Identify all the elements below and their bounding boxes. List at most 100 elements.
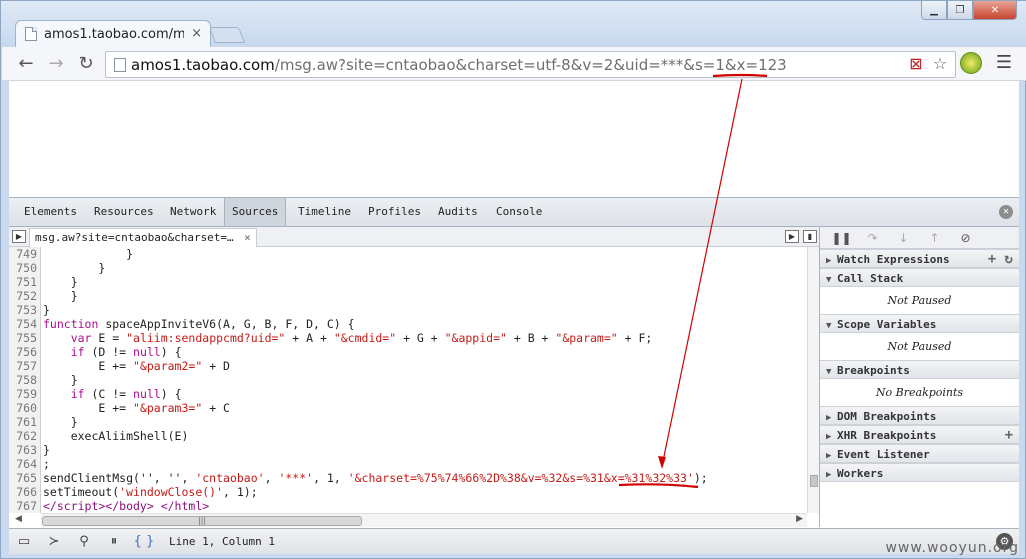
new-tab-button[interactable] <box>209 27 245 43</box>
dock-icon[interactable]: ▭ <box>9 530 39 554</box>
line-number[interactable]: 751 <box>9 275 37 289</box>
source-file-tab[interactable]: msg.aw?site=cntaobao&charset=… × <box>29 228 257 247</box>
browser-tab[interactable]: amos1.taobao.com/msg × <box>15 20 211 47</box>
tab-network[interactable]: Network <box>163 198 223 226</box>
add-icon[interactable]: + <box>1005 426 1013 445</box>
extension-icon[interactable] <box>960 52 982 74</box>
section-title: Call Stack <box>837 272 904 285</box>
tab-resources[interactable]: Resources <box>87 198 161 226</box>
watermark: www.wooyun.org <box>885 540 1019 556</box>
line-number[interactable]: 762 <box>9 429 37 443</box>
tab-close-icon[interactable]: × <box>191 26 202 41</box>
code-line: 763} <box>9 443 807 457</box>
line-number[interactable]: 759 <box>9 387 37 401</box>
file-tab-close-icon[interactable]: × <box>244 231 251 244</box>
code-text: if (C != null) { <box>70 387 182 401</box>
line-number[interactable]: 750 <box>9 261 37 275</box>
code-editor[interactable]: 749 } 750 } 751 } 752 } 753} 754 function spac… <box>9 247 807 513</box>
bookmark-star-icon[interactable]: ☆ <box>931 55 949 73</box>
show-navigator-icon[interactable]: ▶ <box>12 230 26 243</box>
line-number[interactable]: 763 <box>9 443 37 457</box>
step-out-icon[interactable]: ↑ <box>919 227 950 249</box>
tab-profiles[interactable]: Profiles <box>361 198 428 226</box>
line-number[interactable]: 760 <box>9 401 37 415</box>
section-body-scope-variables: Not Paused <box>887 340 952 353</box>
step-over-icon[interactable]: ↷ <box>857 227 888 249</box>
pretty-print-icon[interactable]: { } <box>129 530 159 554</box>
line-number[interactable]: 765 <box>9 471 37 485</box>
line-number[interactable]: 767 <box>9 499 37 513</box>
line-number[interactable]: 753 <box>9 303 37 317</box>
line-number[interactable]: 754 <box>9 317 37 331</box>
section-workers[interactable]: ▶ Workers <box>820 463 1019 482</box>
section-watch-expressions[interactable]: ▶ Watch Expressions + ↻ <box>820 249 1019 268</box>
code-text: function spaceAppInviteV6(A, G, B, F, D,… <box>43 317 355 331</box>
add-icon[interactable]: + ↻ <box>988 250 1013 269</box>
tab-audits[interactable]: Audits <box>431 198 485 226</box>
code-line: 751 } <box>9 275 807 289</box>
reload-icon[interactable]: ↻ <box>74 53 98 75</box>
tab-elements[interactable]: Elements <box>17 198 84 226</box>
code-text: E += "&param3=" + C <box>43 401 230 415</box>
code-line: 758 } <box>9 373 807 387</box>
section-title: Event Listener <box>837 448 930 461</box>
section-scope-variables[interactable]: ▼ Scope Variables <box>820 314 1019 333</box>
step-into-icon[interactable]: ↓ <box>888 227 919 249</box>
scroll-left-icon[interactable]: ◀ <box>15 514 22 524</box>
section-breakpoints[interactable]: ▼ Breakpoints <box>820 360 1019 379</box>
tab-sources[interactable]: Sources <box>224 198 287 226</box>
deactivate-breakpoints-icon[interactable]: ⊘ <box>950 227 981 249</box>
horizontal-scrollbar[interactable]: ◀ ||| ▶ <box>15 513 807 527</box>
search-icon[interactable]: ⚲ <box>69 530 99 554</box>
line-number[interactable]: 756 <box>9 345 37 359</box>
tab-timeline[interactable]: Timeline <box>291 198 358 226</box>
back-arrow-icon[interactable]: ← <box>14 53 38 75</box>
forward-arrow-icon[interactable]: → <box>44 53 68 75</box>
debugger-sidebar: ❚❚ ↷ ↓ ↑ ⊘ ▶ Watch Expressions + ↻ ▼ Call St… <box>819 227 1019 527</box>
line-number[interactable]: 761 <box>9 415 37 429</box>
line-number[interactable]: 752 <box>9 289 37 303</box>
line-number[interactable]: 758 <box>9 373 37 387</box>
menu-icon[interactable]: ☰ <box>994 52 1014 74</box>
section-call-stack[interactable]: ▼ Call Stack <box>820 268 1019 287</box>
line-number[interactable]: 749 <box>9 247 37 261</box>
vertical-scrollbar[interactable] <box>807 247 819 513</box>
pause-on-exceptions-icon[interactable]: ⏸ <box>99 530 129 554</box>
blocked-popup-icon[interactable]: ⊠ <box>907 55 925 73</box>
devtools-close-icon[interactable]: ✕ <box>999 205 1013 219</box>
triangle-down-icon: ▼ <box>826 367 832 377</box>
code-text: } <box>43 247 134 261</box>
code-line: 755 var E = "aliim:sendappcmd?uid=" + A … <box>9 331 807 345</box>
console-drawer-icon[interactable]: ≻ <box>39 530 69 554</box>
minimize-button[interactable]: ▁ <box>921 1 947 20</box>
restore-button[interactable]: ❐ <box>947 1 973 20</box>
tab-console[interactable]: Console <box>489 198 549 226</box>
address-bar[interactable]: amos1.taobao.com/msg.aw?site=cntaobao&ch… <box>105 51 956 78</box>
scroll-right-icon[interactable]: ▶ <box>796 514 803 524</box>
triangle-down-icon: ▼ <box>826 321 832 331</box>
code-line: 750 } <box>9 261 807 275</box>
code-text: } <box>43 303 50 317</box>
section-event-listener[interactable]: ▶ Event Listener <box>820 444 1019 463</box>
section-title: Breakpoints <box>837 364 910 377</box>
triangle-down-icon: ▼ <box>826 275 832 285</box>
code-line: 756 if (D != null) { <box>9 345 807 359</box>
section-xhr-breakpoints[interactable]: ▶ XHR Breakpoints + <box>820 425 1019 444</box>
code-line: 765 sendClientMsg('', '', 'cntaobao', '**… <box>9 471 807 485</box>
line-number[interactable]: 766 <box>9 485 37 499</box>
code-text: } <box>43 261 106 275</box>
scroll-thumb[interactable]: ||| <box>42 516 362 526</box>
code-line: 749 } <box>9 247 807 261</box>
scroll-thumb[interactable] <box>810 475 818 487</box>
pause-icon[interactable]: ❚❚ <box>826 227 857 249</box>
code-line: 757 E += "&param2=" + D <box>9 359 807 373</box>
line-number[interactable]: 764 <box>9 457 37 471</box>
line-number[interactable]: 755 <box>9 331 37 345</box>
show-debugger-icon[interactable]: ▶ <box>785 230 799 243</box>
section-dom-breakpoints[interactable]: ▶ DOM Breakpoints <box>820 406 1019 425</box>
close-window-button[interactable]: ✕ <box>973 1 1017 20</box>
url-host: amos1.taobao.com <box>131 56 275 74</box>
line-number[interactable]: 757 <box>9 359 37 373</box>
code-text: } <box>43 275 78 289</box>
split-panel-icon[interactable]: ▮ <box>803 230 817 243</box>
